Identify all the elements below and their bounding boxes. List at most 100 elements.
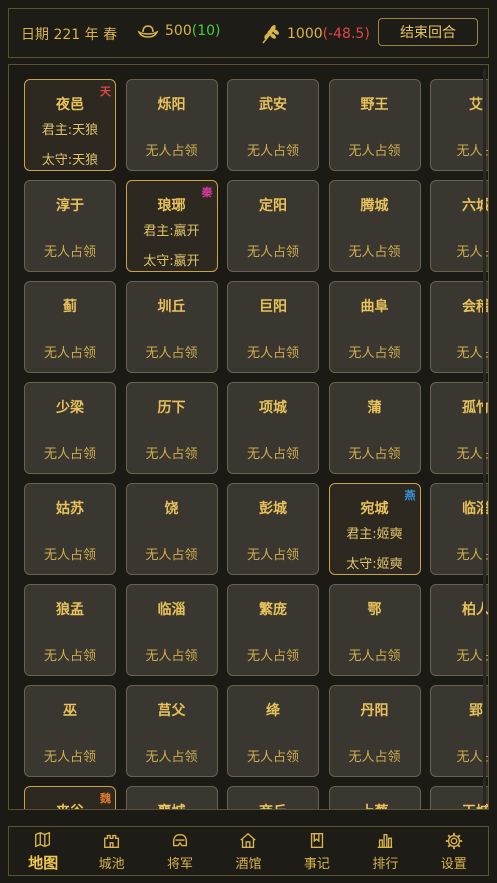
gear-icon	[445, 832, 462, 849]
city-cell[interactable]: 巫无人占领	[24, 685, 116, 777]
gold-display: 500(10)	[137, 23, 220, 39]
gold-ingot-icon	[137, 25, 159, 38]
city-cell[interactable]: 襄城	[125, 786, 218, 809]
city-name: 莒父	[157, 703, 186, 719]
city-cell[interactable]: 鄂无人占领	[328, 584, 421, 676]
city-cell[interactable]: 绛无人占领	[227, 685, 319, 777]
city-status: 无人占领	[246, 447, 299, 462]
city-name: 曲阜	[360, 299, 389, 315]
city-name: 巨阳	[259, 299, 287, 315]
city-status: 无人占领	[246, 245, 299, 260]
city-cell[interactable]: 商丘	[227, 786, 319, 809]
nav-item-log[interactable]: 事记	[283, 827, 351, 875]
city-cell[interactable]: 巨阳 无人占领	[227, 281, 319, 373]
castle-icon	[103, 834, 119, 848]
nav-item-settings[interactable]: 设置	[420, 827, 488, 875]
city-name: 绛	[266, 703, 280, 719]
city-cell[interactable]: 上蔡	[328, 786, 421, 809]
gold-value: 500	[165, 23, 192, 39]
city-cell[interactable]: 饶无人占领	[125, 483, 218, 575]
end-turn-button[interactable]: 结束回合	[378, 18, 478, 46]
city-cell[interactable]: 淳于 无人占领	[24, 180, 116, 272]
city-cell[interactable]: 玉城	[430, 786, 488, 809]
city-cell[interactable]: 临淄无人占	[430, 483, 488, 575]
city-status: 无人占领	[246, 649, 299, 664]
faction-badge: 秦	[201, 186, 213, 199]
nav-item-city[interactable]: 城池	[77, 827, 145, 875]
city-name: 烁阳	[157, 97, 186, 113]
city-status: 无人占领	[246, 548, 299, 563]
city-cell[interactable]: 项城 无人占领	[227, 382, 319, 474]
city-cell[interactable]: 宛城燕君主:姬奭 太守:姬奭	[328, 483, 421, 575]
book-icon	[310, 832, 324, 848]
city-cell[interactable]: 郢无人占	[430, 685, 488, 777]
year-unit: 年	[84, 27, 99, 43]
city-cell[interactable]: 丹阳 无人占领	[328, 685, 421, 777]
city-status: 无人占领	[145, 750, 198, 765]
city-cell[interactable]: 蓟无人占领	[24, 281, 116, 373]
city-governor: 太守:嬴开	[143, 254, 200, 269]
city-name: 会稽	[462, 299, 489, 315]
nav-label: 将军	[167, 856, 194, 872]
city-cell[interactable]: 定阳 无人占领	[227, 180, 319, 272]
city-cell[interactable]: 姑苏 无人占领	[24, 483, 116, 575]
city-status: 无人占	[456, 346, 488, 361]
city-cell[interactable]: 烁阳 无人占领	[125, 79, 218, 171]
city-cell[interactable]: 琅琊秦君主:嬴开 太守:嬴开	[125, 180, 218, 272]
city-cell[interactable]: 狼孟 无人占领	[24, 584, 116, 676]
map-icon	[35, 831, 51, 847]
city-cell[interactable]: 临淄 无人占领	[125, 584, 218, 676]
city-cell[interactable]: 野王 无人占领	[328, 79, 421, 171]
city-status: 无人占领	[246, 144, 299, 159]
city-cell[interactable]: 艾无人占	[430, 79, 488, 171]
nav-item-map[interactable]: 地图	[9, 827, 77, 875]
city-cell[interactable]: 圳丘 无人占领	[125, 281, 218, 373]
city-cell[interactable]: 繁庞 无人占领	[227, 584, 319, 676]
date-display: 日期 221 年 春	[21, 24, 117, 44]
city-governor: 太守:天狼	[41, 153, 99, 168]
date-label: 日期	[21, 27, 49, 43]
city-cell[interactable]: 彭城 无人占领	[227, 483, 319, 575]
top-status-bar: 日期 221 年 春 500(10) 1000(-48.5) 结束回合	[8, 8, 489, 58]
city-cell[interactable]: 柏人无人占	[430, 584, 488, 676]
city-name: 野王	[360, 97, 389, 113]
city-cell[interactable]: 蒲无人占领	[328, 382, 421, 474]
city-name: 腾城	[360, 198, 389, 214]
faction-badge: 燕	[404, 489, 416, 502]
city-lord: 君主:天狼	[41, 123, 99, 138]
city-cell[interactable]: 曲阜 无人占领	[328, 281, 421, 373]
city-cell[interactable]: 腾城 无人占领	[328, 180, 421, 272]
city-cell[interactable]: 武安 无人占领	[227, 79, 319, 171]
city-name: 巫	[63, 703, 77, 719]
city-name: 饶	[164, 501, 179, 517]
city-cell[interactable]: 夜邑天君主:天狼 太守:天狼	[24, 79, 116, 171]
nav-item-general[interactable]: 将军	[146, 827, 214, 875]
faction-badge: 魏	[100, 792, 111, 805]
house-icon	[240, 832, 257, 848]
city-name: 上蔡	[330, 801, 420, 809]
food-value: 1000	[287, 26, 323, 42]
bar-chart-icon	[378, 833, 393, 848]
city-cell[interactable]: 孤竹无人占	[430, 382, 488, 474]
city-lord: 君主:姬奭	[346, 527, 403, 542]
city-cell[interactable]: 会稽无人占	[430, 281, 489, 373]
map-scrollbar[interactable]	[483, 69, 486, 805]
city-status: 无人占	[456, 649, 488, 664]
city-cell[interactable]: 少梁 无人占领	[24, 382, 116, 474]
city-name: 丹阳	[360, 703, 389, 719]
season-value: 春	[103, 27, 118, 43]
city-cell[interactable]: 历下 无人占领	[125, 382, 218, 474]
city-status: 无人占	[456, 750, 488, 765]
city-cell[interactable]: 六城无人占	[430, 180, 488, 272]
city-name: 淳于	[56, 198, 84, 214]
city-name: 繁庞	[259, 602, 287, 618]
nav-item-tavern[interactable]: 酒馆	[214, 827, 282, 875]
city-cell[interactable]: 莒父 无人占领	[125, 685, 218, 777]
city-status: 无人占领	[145, 447, 198, 462]
nav-label: 城池	[98, 856, 125, 872]
city-status: 无人占领	[246, 750, 299, 765]
city-name: 蒲	[367, 400, 382, 416]
city-map[interactable]: 夜邑天君主:天狼太守:天狼烁阳无人占领武安无人占领野王无人占领艾无人占淳于无人占…	[8, 64, 489, 810]
nav-item-rank[interactable]: 排行	[351, 827, 419, 875]
city-cell[interactable]: 夹谷魏	[24, 786, 116, 809]
